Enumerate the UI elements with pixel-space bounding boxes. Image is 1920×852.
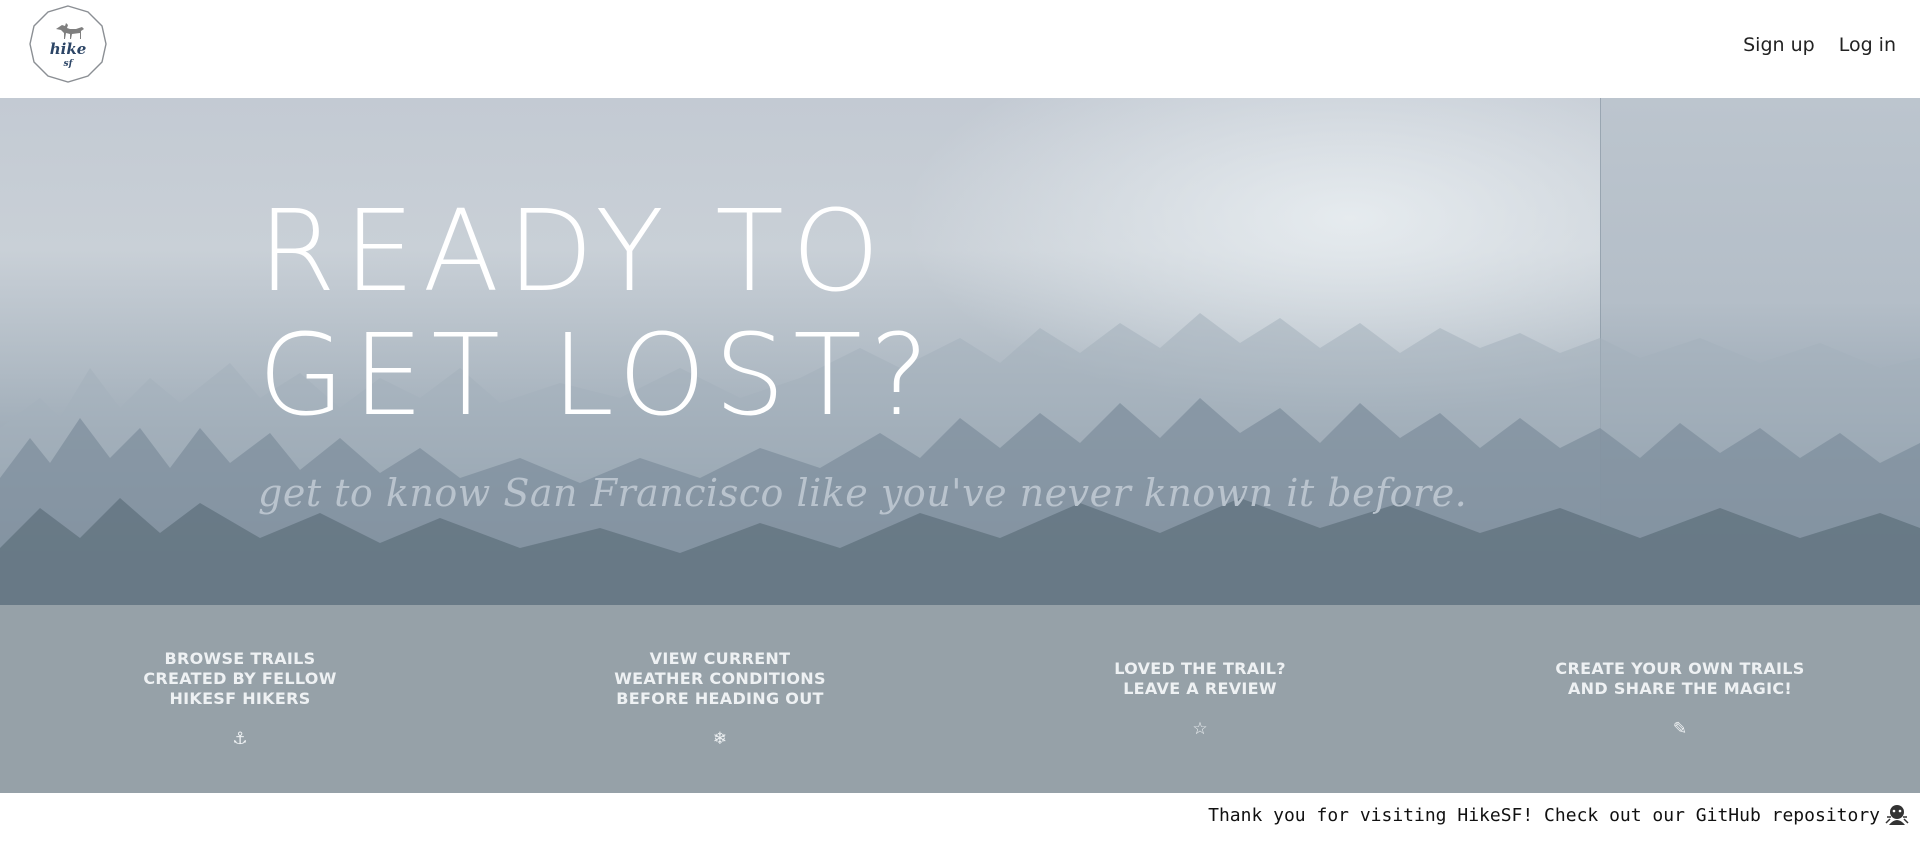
site-header: hike sf Sign up Log in — [0, 0, 1920, 98]
feature-weather: VIEW CURRENT WEATHER CONDITIONS BEFORE H… — [480, 605, 960, 793]
login-link[interactable]: Log in — [1839, 34, 1896, 56]
hero-banner: READY TO GET LOST? get to know San Franc… — [0, 98, 1920, 605]
feature-review: LOVED THE TRAIL? LEAVE A REVIEW ☆ — [960, 605, 1440, 793]
github-repo-link[interactable]: Thank you for visiting HikeSF! Check out… — [1208, 805, 1880, 826]
pencil-icon: ✎ — [1672, 719, 1688, 739]
feature-text: LOVED THE TRAIL? LEAVE A REVIEW — [1114, 659, 1286, 698]
hero-title-line1: READY TO — [258, 187, 888, 317]
site-footer: Thank you for visiting HikeSF! Check out… — [0, 793, 1920, 852]
snowflake-icon: ❄ — [712, 729, 728, 749]
feature-create-trails: CREATE YOUR OWN TRAILS AND SHARE THE MAG… — [1440, 605, 1920, 793]
github-icon[interactable] — [1884, 803, 1910, 827]
feature-text: CREATE YOUR OWN TRAILS AND SHARE THE MAG… — [1555, 659, 1805, 698]
hero-title: READY TO GET LOST? — [258, 190, 937, 438]
hero-title-line2: GET LOST? — [258, 311, 938, 441]
svg-text:hike: hike — [50, 40, 87, 58]
top-nav: Sign up Log in — [1743, 34, 1896, 56]
star-icon: ☆ — [1192, 719, 1208, 739]
signup-link[interactable]: Sign up — [1743, 34, 1815, 56]
hero-subtitle: get to know San Francisco like you've ne… — [258, 471, 1468, 515]
logo-badge[interactable]: hike sf — [28, 4, 108, 84]
anchor-icon: ⚓ — [232, 729, 248, 749]
features-band: BROWSE TRAILS CREATED BY FELLOW HIKESF H… — [0, 605, 1920, 793]
feature-text: BROWSE TRAILS CREATED BY FELLOW HIKESF H… — [143, 649, 337, 708]
footer-message: Thank you for visiting HikeSF! Check out… — [1208, 803, 1910, 827]
feature-browse-trails: BROWSE TRAILS CREATED BY FELLOW HIKESF H… — [0, 605, 480, 793]
feature-text: VIEW CURRENT WEATHER CONDITIONS BEFORE H… — [614, 649, 826, 708]
